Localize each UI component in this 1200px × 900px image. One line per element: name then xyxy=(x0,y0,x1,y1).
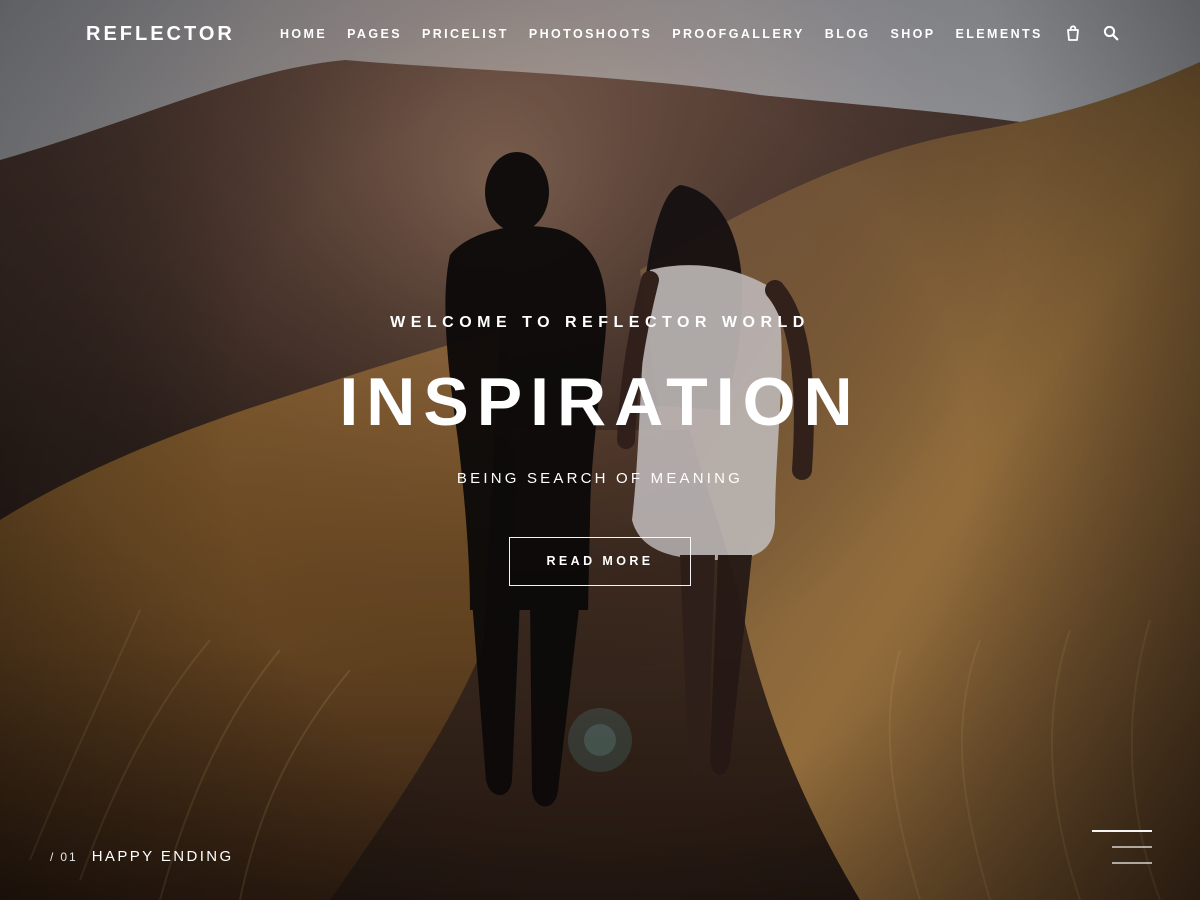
site-logo[interactable]: REFLECTOR xyxy=(86,22,235,46)
nav-item-shop[interactable]: SHOP xyxy=(890,27,935,43)
slide-title: HAPPY ENDING xyxy=(91,848,234,865)
shopping-bag-icon xyxy=(1067,25,1079,41)
main-navigation: HOME PAGES PRICELIST PHOTOSHOOTS PROOFGA… xyxy=(280,27,1043,43)
cart-button[interactable] xyxy=(1064,24,1082,42)
search-icon xyxy=(1103,25,1119,41)
nav-item-home[interactable]: HOME xyxy=(280,27,327,43)
hero-subline: BEING SEARCH OF MEANING xyxy=(456,470,744,487)
hero-section: WELCOME TO REFLECTOR WORLD INSPIRATION B… xyxy=(0,0,1200,900)
read-more-button[interactable]: READ MORE xyxy=(509,537,691,586)
menu-line-2 xyxy=(1112,846,1152,848)
nav-item-blog[interactable]: BLOG xyxy=(825,27,871,43)
hamburger-menu-icon xyxy=(1090,828,1154,868)
menu-line-1 xyxy=(1092,830,1152,832)
nav-item-pages[interactable]: PAGES xyxy=(347,27,402,43)
nav-item-pricelist[interactable]: PRICELIST xyxy=(422,27,509,43)
nav-item-photoshoots[interactable]: PHOTOSHOOTS xyxy=(529,27,652,43)
slide-number: 01 xyxy=(60,850,78,864)
hero-kicker: WELCOME TO REFLECTOR WORLD xyxy=(390,314,810,331)
menu-line-3 xyxy=(1112,862,1152,864)
top-header: REFLECTOR HOME PAGES PRICELIST PHOTOSHOO… xyxy=(0,0,1200,70)
hero-headline: INSPIRATION xyxy=(339,364,861,440)
slide-indicator: / 01 HAPPY ENDING xyxy=(50,848,234,866)
menu-toggle-button[interactable] xyxy=(1090,828,1154,868)
nav-item-proofgallery[interactable]: PROOFGALLERY xyxy=(672,27,805,43)
search-button[interactable] xyxy=(1102,24,1120,42)
slide-slash: / xyxy=(50,850,55,864)
nav-item-elements[interactable]: ELEMENTS xyxy=(956,27,1043,43)
page: REFLECTOR HOME PAGES PRICELIST PHOTOSHOO… xyxy=(0,0,1200,900)
